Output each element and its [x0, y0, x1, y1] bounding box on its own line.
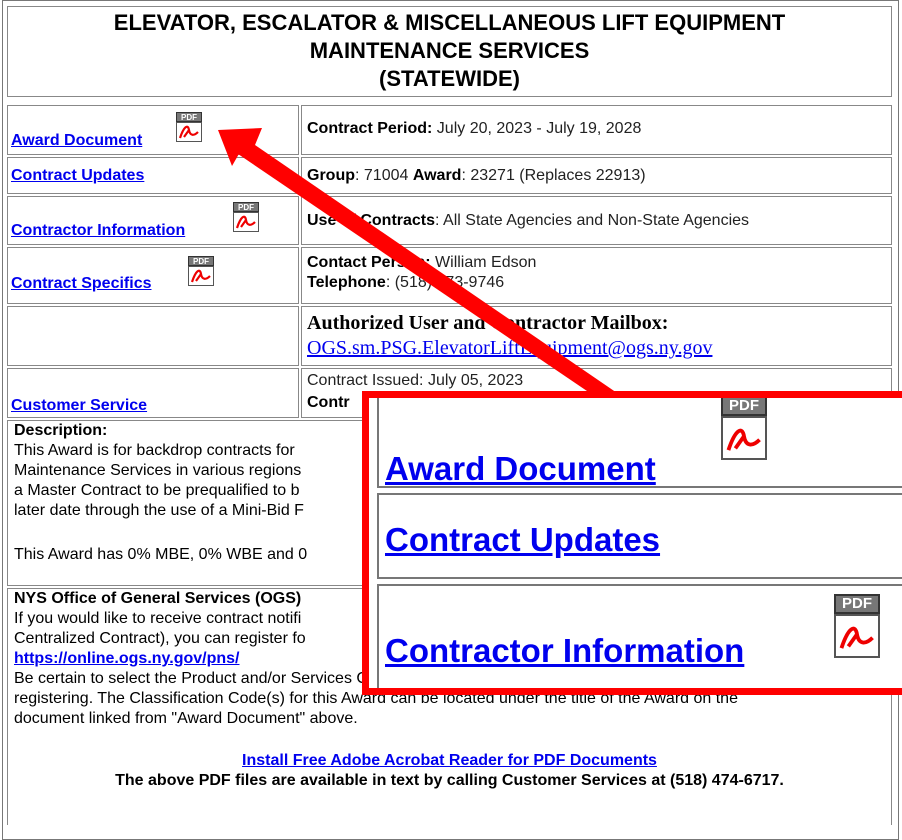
zoom-callout: Award Document PDF Contract Updates Cont… [362, 391, 902, 695]
zoom-award-document-cell: Award Document PDF [377, 398, 902, 488]
pdf-icon: PDF [834, 594, 880, 660]
pdf-icon: PDF [721, 398, 767, 462]
zoom-contractor-information-link[interactable]: Contractor Information [385, 632, 744, 670]
zoom-contract-updates-link[interactable]: Contract Updates [385, 521, 660, 559]
pdf-icon-label: PDF [834, 594, 880, 614]
zoom-contractor-information-cell: Contractor Information PDF [377, 584, 902, 688]
pdf-icon-label: PDF [721, 398, 767, 416]
zoom-contract-updates-cell: Contract Updates [377, 493, 902, 579]
zoom-award-document-link[interactable]: Award Document [385, 450, 656, 488]
